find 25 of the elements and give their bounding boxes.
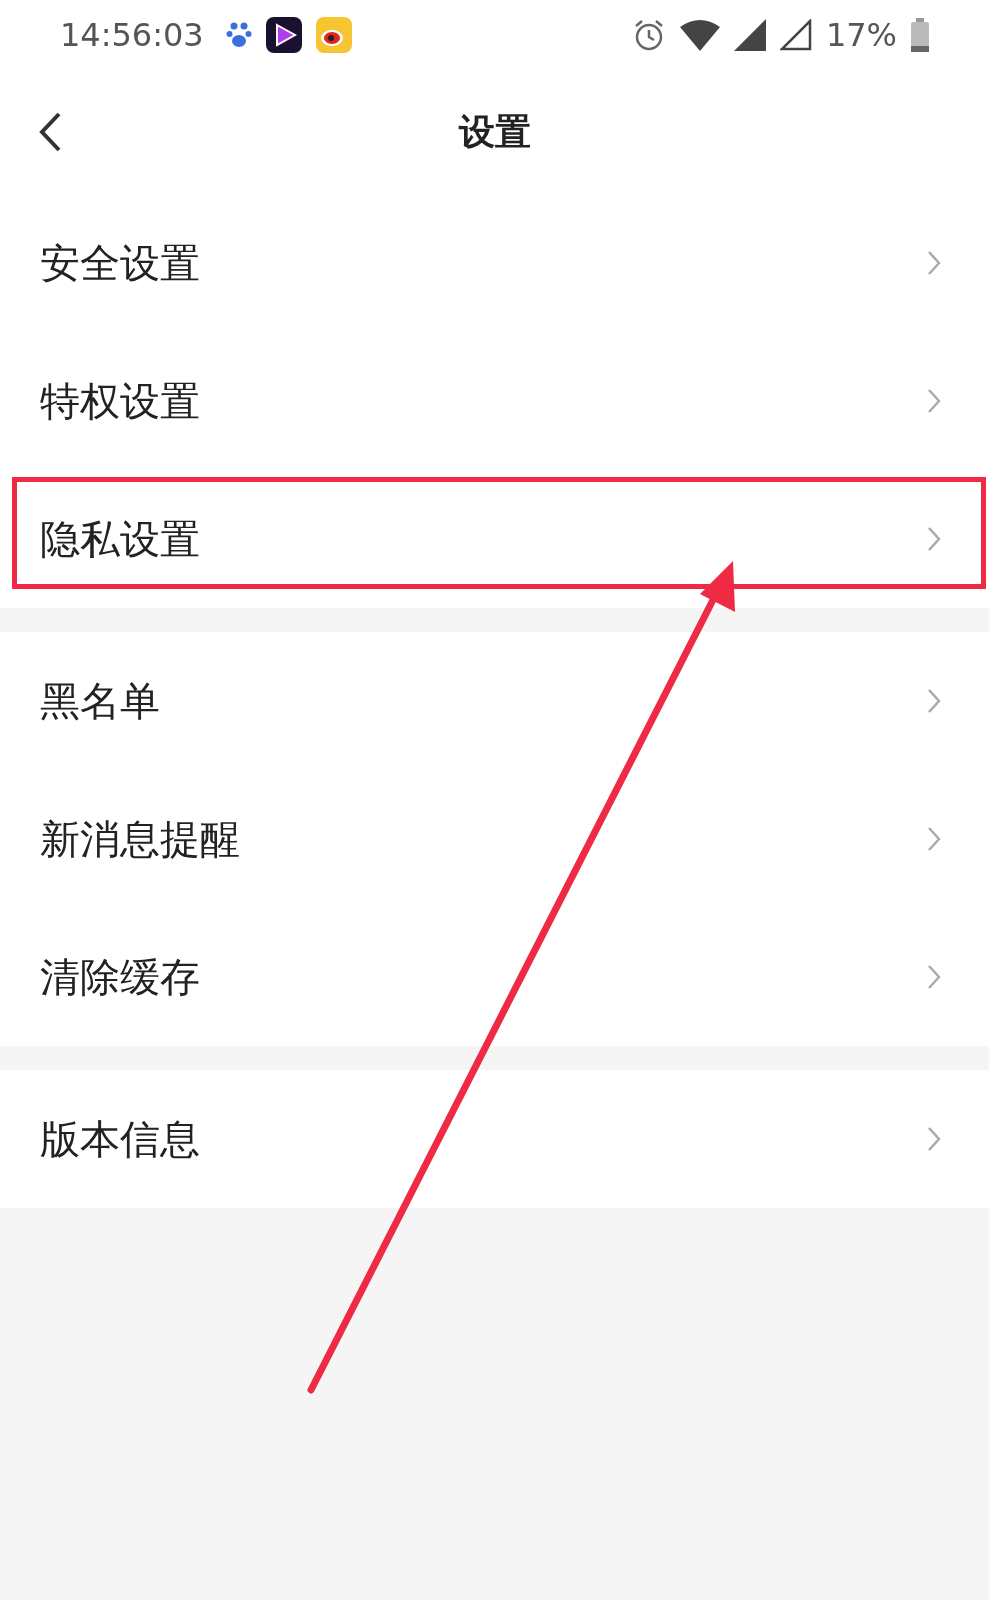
settings-item[interactable]: 清除缓存 [0,908,989,1046]
battery-icon [911,18,929,52]
page-title: 设置 [458,109,531,154]
signal-icon [733,19,766,51]
battery-percent: 17% [825,16,897,54]
status-time: 14:56:03 [60,16,204,54]
chevron-icon [927,250,941,276]
settings-item[interactable]: 隐私设置 [0,470,989,608]
chevron-icon [927,526,941,552]
settings-item[interactable]: 特权设置 [0,332,989,470]
paw-icon [225,20,252,50]
wifi-icon [679,19,720,51]
chevron-icon [927,826,941,852]
eye-app-icon [315,17,352,53]
settings-item[interactable]: 黑名单 [0,632,989,770]
chevron-icon [927,688,941,714]
chevron-icon [927,964,941,990]
settings-item[interactable]: 版本信息 [0,1070,989,1208]
chevron-icon [927,1126,941,1152]
back-icon[interactable] [38,112,62,152]
play-app-icon [265,17,302,53]
chevron-icon [927,388,941,414]
signal-icon [779,19,812,51]
settings-item[interactable]: 安全设置 [0,194,989,332]
settings-item[interactable]: 新消息提醒 [0,770,989,908]
